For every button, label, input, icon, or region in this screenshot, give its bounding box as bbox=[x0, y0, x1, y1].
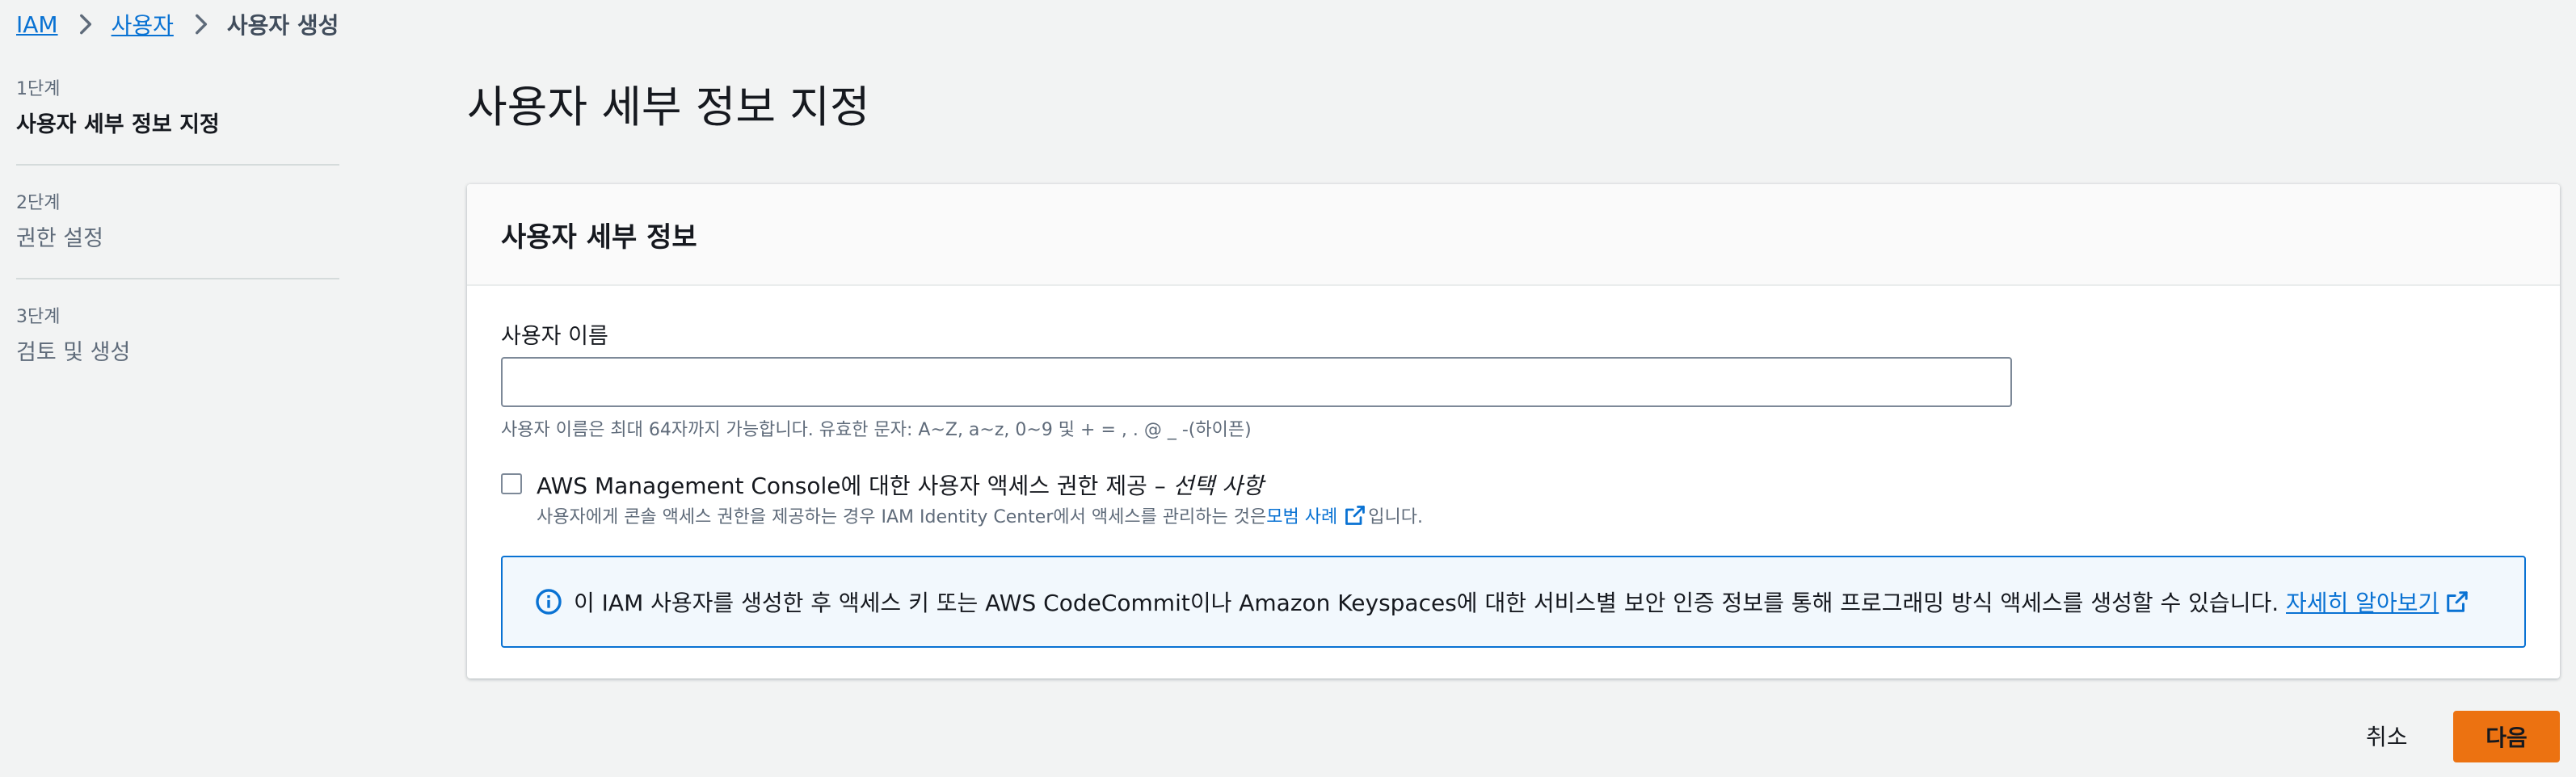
breadcrumb-users[interactable]: 사용자 bbox=[112, 8, 174, 40]
info-circle-icon bbox=[536, 589, 562, 615]
external-link-icon[interactable] bbox=[1344, 504, 1366, 527]
step-3[interactable]: 3단계 검토 및 생성 bbox=[16, 302, 339, 392]
step-number: 1단계 bbox=[16, 79, 61, 99]
wizard-steps: 1단계 사용자 세부 정보 지정 2단계 권한 설정 3단계 검토 및 생성 bbox=[16, 74, 339, 414]
step-title: 사용자 세부 정보 지정 bbox=[16, 112, 220, 137]
console-access-row: AWS Management Console에 대한 사용자 액세스 권한 제공… bbox=[501, 468, 1264, 501]
info-alert-text: 이 IAM 사용자를 생성한 후 액세스 키 또는 AWS CodeCommit… bbox=[574, 590, 2439, 616]
step-1: 1단계 사용자 세부 정보 지정 bbox=[16, 74, 339, 166]
info-alert: 이 IAM 사용자를 생성한 후 액세스 키 또는 AWS CodeCommit… bbox=[501, 556, 2526, 648]
panel-header: 사용자 세부 정보 bbox=[467, 184, 2560, 286]
optional-label: 선택 사항 bbox=[1172, 472, 1264, 499]
console-access-label[interactable]: AWS Management Console에 대한 사용자 액세스 권한 제공… bbox=[537, 468, 1264, 501]
console-access-checkbox[interactable] bbox=[501, 473, 522, 494]
breadcrumb-iam[interactable]: IAM bbox=[16, 11, 58, 38]
step-2[interactable]: 2단계 권한 설정 bbox=[16, 188, 339, 279]
chevron-right-icon bbox=[79, 14, 91, 35]
cancel-button[interactable]: 취소 bbox=[2343, 709, 2431, 762]
step-number: 2단계 bbox=[16, 193, 61, 213]
console-access-description: 사용자에게 콘솔 액세스 권한을 제공하는 경우 IAM Identity Ce… bbox=[537, 502, 1423, 528]
step-number: 3단계 bbox=[16, 307, 61, 327]
username-label: 사용자 이름 bbox=[501, 324, 608, 349]
breadcrumb: IAM 사용자 사용자 생성 bbox=[16, 8, 339, 40]
user-details-panel: 사용자 세부 정보 사용자 이름 사용자 이름은 최대 64자까지 가능합니다.… bbox=[467, 184, 2560, 678]
panel-title: 사용자 세부 정보 bbox=[501, 220, 697, 254]
chevron-right-icon bbox=[195, 14, 207, 35]
external-link-icon[interactable] bbox=[2445, 590, 2469, 614]
best-practices-link[interactable]: 모범 사례 bbox=[1266, 502, 1337, 528]
next-button[interactable]: 다음 bbox=[2453, 711, 2560, 762]
breadcrumb-current: 사용자 생성 bbox=[226, 12, 339, 39]
username-input[interactable] bbox=[501, 357, 2012, 407]
learn-more-link[interactable]: 자세히 알아보기 bbox=[2286, 590, 2439, 616]
step-title: 권한 설정 bbox=[16, 226, 103, 251]
step-title: 검토 및 생성 bbox=[16, 340, 131, 365]
page-title: 사용자 세부 정보 지정 bbox=[467, 82, 870, 132]
username-hint: 사용자 이름은 최대 64자까지 가능합니다. 유효한 문자: A~Z, a~z… bbox=[501, 420, 1252, 440]
